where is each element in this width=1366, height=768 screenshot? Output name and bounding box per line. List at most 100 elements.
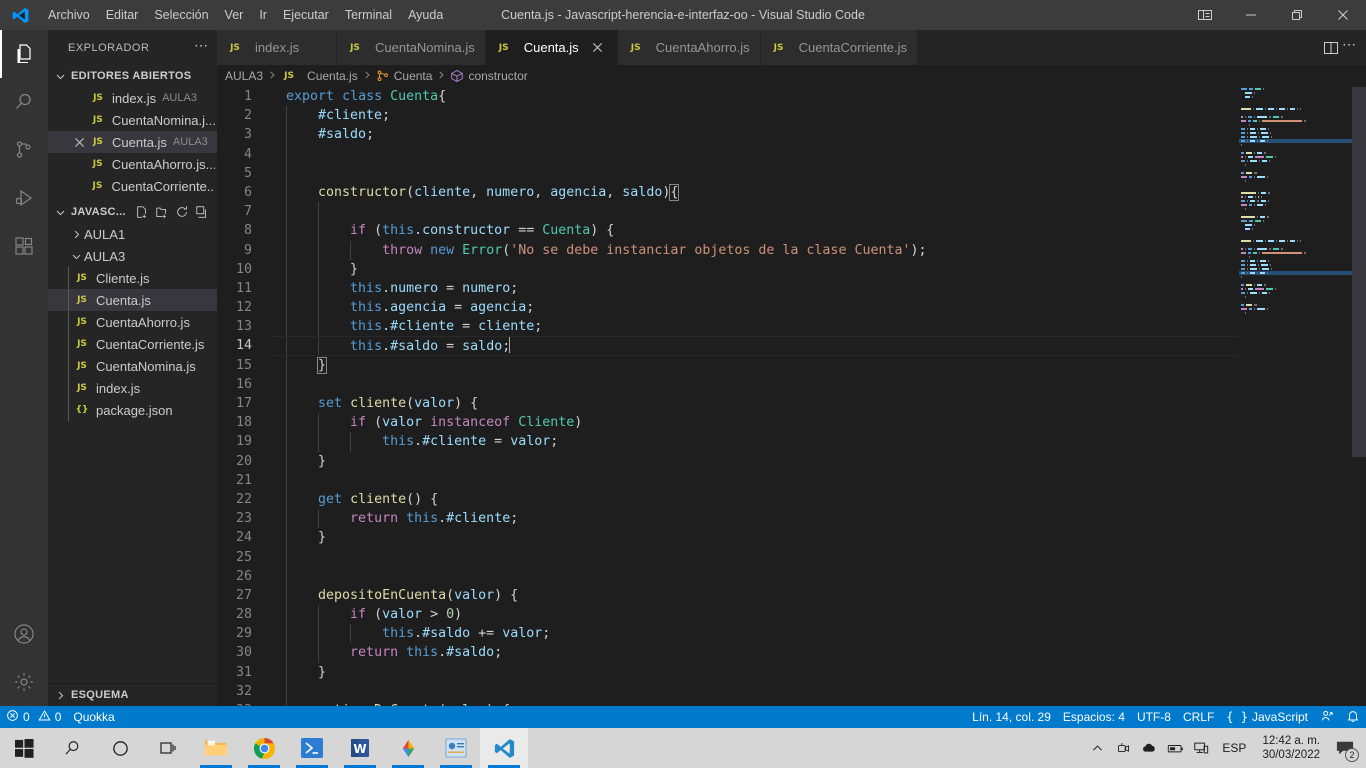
code-line[interactable]: 3 #saldo; [217,125,1366,145]
menu-ejecutar[interactable]: Ejecutar [275,4,337,26]
cloud-icon[interactable] [1136,728,1162,768]
code-line[interactable]: 24 } [217,528,1366,548]
code-line[interactable]: 8 if (this.constructor == Cuenta) { [217,221,1366,241]
menu-terminal[interactable]: Terminal [337,4,400,26]
code-line[interactable]: 16 [217,374,1366,394]
sidebar-more-actions-icon[interactable]: ⋯ [194,38,209,56]
code-line[interactable]: 31 } [217,662,1366,682]
refresh-icon[interactable] [173,203,191,221]
taskbar-presentation-app[interactable] [432,728,480,768]
close-icon[interactable] [68,137,90,148]
open-editor-cuentaahorro[interactable]: JS CuentaAhorro.js... [48,153,217,175]
tab-index-js[interactable]: JS index.js [217,30,337,65]
code-editor[interactable]: 1 export class Cuenta{2 #cliente; 3 #saldo… [217,87,1366,706]
activity-run-and-debug[interactable] [0,174,48,222]
taskbar-language[interactable]: ESP [1214,741,1254,755]
code-lines[interactable]: 1 export class Cuenta{2 #cliente; 3 #saldo… [217,87,1366,706]
menu-seleccion[interactable]: Selección [146,4,216,26]
status-notifications[interactable] [1340,706,1366,728]
tree-file-cuentacorriente[interactable]: JS CuentaCorriente.js [48,333,217,355]
collapse-all-icon[interactable] [193,203,211,221]
battery-icon[interactable] [1162,728,1188,768]
overview-ruler[interactable] [1352,87,1366,706]
open-editor-cuentacorriente[interactable]: JS CuentaCorriente... [48,175,217,197]
section-open-editors[interactable]: EDITORES ABIERTOS [48,65,217,87]
new-folder-icon[interactable] [153,203,171,221]
code-line[interactable]: 25 [217,547,1366,567]
code-line[interactable]: 13 this.#cliente = cliente; [217,317,1366,337]
code-line[interactable]: 21 [217,470,1366,490]
status-language-mode[interactable]: { } JavaScript [1220,706,1314,728]
activity-source-control[interactable] [0,126,48,174]
status-encoding[interactable]: UTF-8 [1131,706,1177,728]
open-editor-cuenta[interactable]: JS Cuenta.js AULA3 [48,131,217,153]
activity-search[interactable] [0,78,48,126]
code-line[interactable]: 29 this.#saldo += valor; [217,624,1366,644]
network-icon[interactable] [1188,728,1214,768]
activity-manage-gear-icon[interactable] [0,658,48,706]
tree-folder-aula3[interactable]: AULA3 [48,245,217,267]
status-cursor-position[interactable]: Lín. 14, col. 29 [966,706,1057,728]
tree-file-cuentanomina[interactable]: JS CuentaNomina.js [48,355,217,377]
code-line[interactable]: 4 [217,144,1366,164]
maximize-button[interactable] [1274,0,1320,30]
status-problems[interactable]: 0 0 [0,706,67,728]
code-line[interactable]: 14 this.#saldo = saldo; [217,336,1366,356]
activity-extensions[interactable] [0,222,48,270]
code-line[interactable]: 11 this.numero = numero; [217,278,1366,299]
minimize-button[interactable] [1228,0,1274,30]
status-quokka[interactable]: Quokka [67,706,120,728]
task-view-icon[interactable] [144,728,192,768]
tab-cuentaahorro-js[interactable]: JS CuentaAhorro.js [617,30,761,65]
tree-file-index[interactable]: JS index.js [48,377,217,399]
code-line[interactable]: 27 depositoEnCuenta(valor) { [217,585,1366,606]
status-live-share[interactable] [1314,706,1340,728]
tab-cuenta-js[interactable]: JS Cuenta.js [485,30,618,65]
open-editor-index[interactable]: JS index.js AULA3 [48,87,217,109]
tab-cuentacorriente-js[interactable]: JS CuentaCorriente.js [760,30,918,65]
code-line[interactable]: 22 get cliente() { [217,489,1366,510]
code-line[interactable]: 20 } [217,451,1366,471]
menu-ir[interactable]: Ir [251,4,275,26]
tree-file-cliente[interactable]: JS Cliente.js [48,267,217,289]
taskbar-google-chrome[interactable] [240,728,288,768]
code-line[interactable]: 10 } [217,259,1366,279]
activity-explorer[interactable] [0,30,48,78]
tab-cuentanomina-js[interactable]: JS CuentaNomina.js [337,30,486,65]
breadcrumb-cuenta-js[interactable]: JS Cuenta.js [281,68,358,84]
tree-file-cuentaahorro[interactable]: JS CuentaAhorro.js [48,311,217,333]
activity-accounts[interactable] [0,610,48,658]
code-line[interactable]: 32 [217,681,1366,701]
menu-ver[interactable]: Ver [217,4,252,26]
taskbar-clock[interactable]: 12:42 a. m. 30/03/2022 [1254,734,1328,762]
taskbar-search-icon[interactable] [48,728,96,768]
code-line[interactable]: 7 [217,202,1366,222]
menu-editar[interactable]: Editar [98,4,147,26]
taskbar-drive[interactable] [384,728,432,768]
code-line[interactable]: 28 if (valor > 0) [217,605,1366,625]
code-line[interactable]: 2 #cliente; [217,106,1366,126]
notification-center[interactable]: 2 [1328,728,1362,768]
minimap[interactable] [1239,87,1352,706]
toggle-panel-layout-icon[interactable] [1182,0,1228,30]
code-line[interactable]: 5 [217,163,1366,183]
section-outline[interactable]: ESQUEMA [48,684,217,706]
code-line[interactable]: 15 } [217,355,1366,375]
taskbar-word[interactable]: W [336,728,384,768]
taskbar-powershell[interactable] [288,728,336,768]
code-line[interactable]: 17 set cliente(valor) { [217,394,1366,414]
taskbar-file-explorer[interactable] [192,728,240,768]
code-line[interactable]: 18 if (valor instanceof Cliente) [217,413,1366,433]
menu-archivo[interactable]: Archivo [40,4,98,26]
code-line[interactable]: 30 return this.#saldo; [217,643,1366,663]
tree-file-cuenta[interactable]: JS Cuenta.js [48,289,217,311]
tree-folder-aula1[interactable]: AULA1 [48,223,217,245]
split-editor-icon[interactable] [1322,39,1340,57]
code-line[interactable]: 1 export class Cuenta{ [217,87,1366,106]
show-hidden-icons[interactable] [1084,728,1110,768]
code-line[interactable]: 12 this.agencia = agencia; [217,298,1366,318]
menu-ayuda[interactable]: Ayuda [400,4,451,26]
new-file-icon[interactable] [133,203,151,221]
open-editor-cuentanomina[interactable]: JS CuentaNomina.j... [48,109,217,131]
status-eol[interactable]: CRLF [1177,706,1220,728]
